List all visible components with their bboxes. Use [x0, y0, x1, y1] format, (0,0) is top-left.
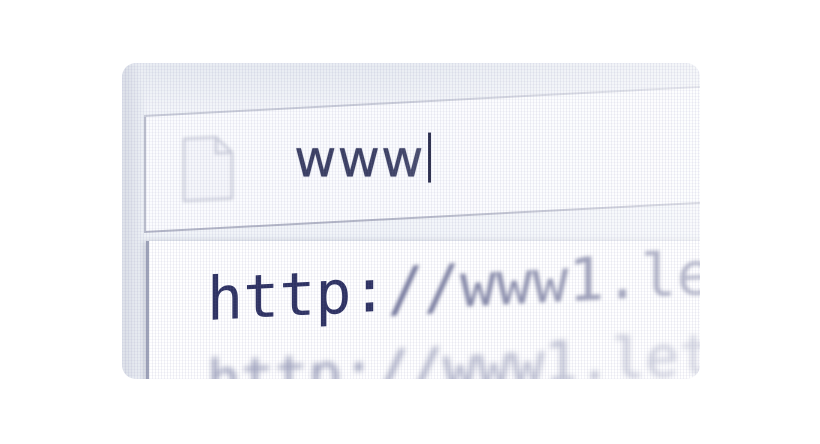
page-icon: [183, 136, 233, 202]
url-input[interactable]: www: [294, 130, 431, 190]
url-input-text: www: [294, 129, 425, 190]
browser-window-edge: [122, 63, 144, 379]
autocomplete-suggestion[interactable]: http://www1.lets/k: [207, 231, 700, 335]
text-cursor: [427, 132, 431, 183]
autocomplete-dropdown: http://www1.lets/k http://www1.letsk: [146, 231, 700, 379]
suggestion-scheme: http:: [207, 255, 388, 335]
browser-screenshot-photo: www http://www1.lets/k http://www1.letsk: [122, 63, 700, 379]
suggestion-url-rest: //www1.lets/k: [387, 230, 700, 326]
